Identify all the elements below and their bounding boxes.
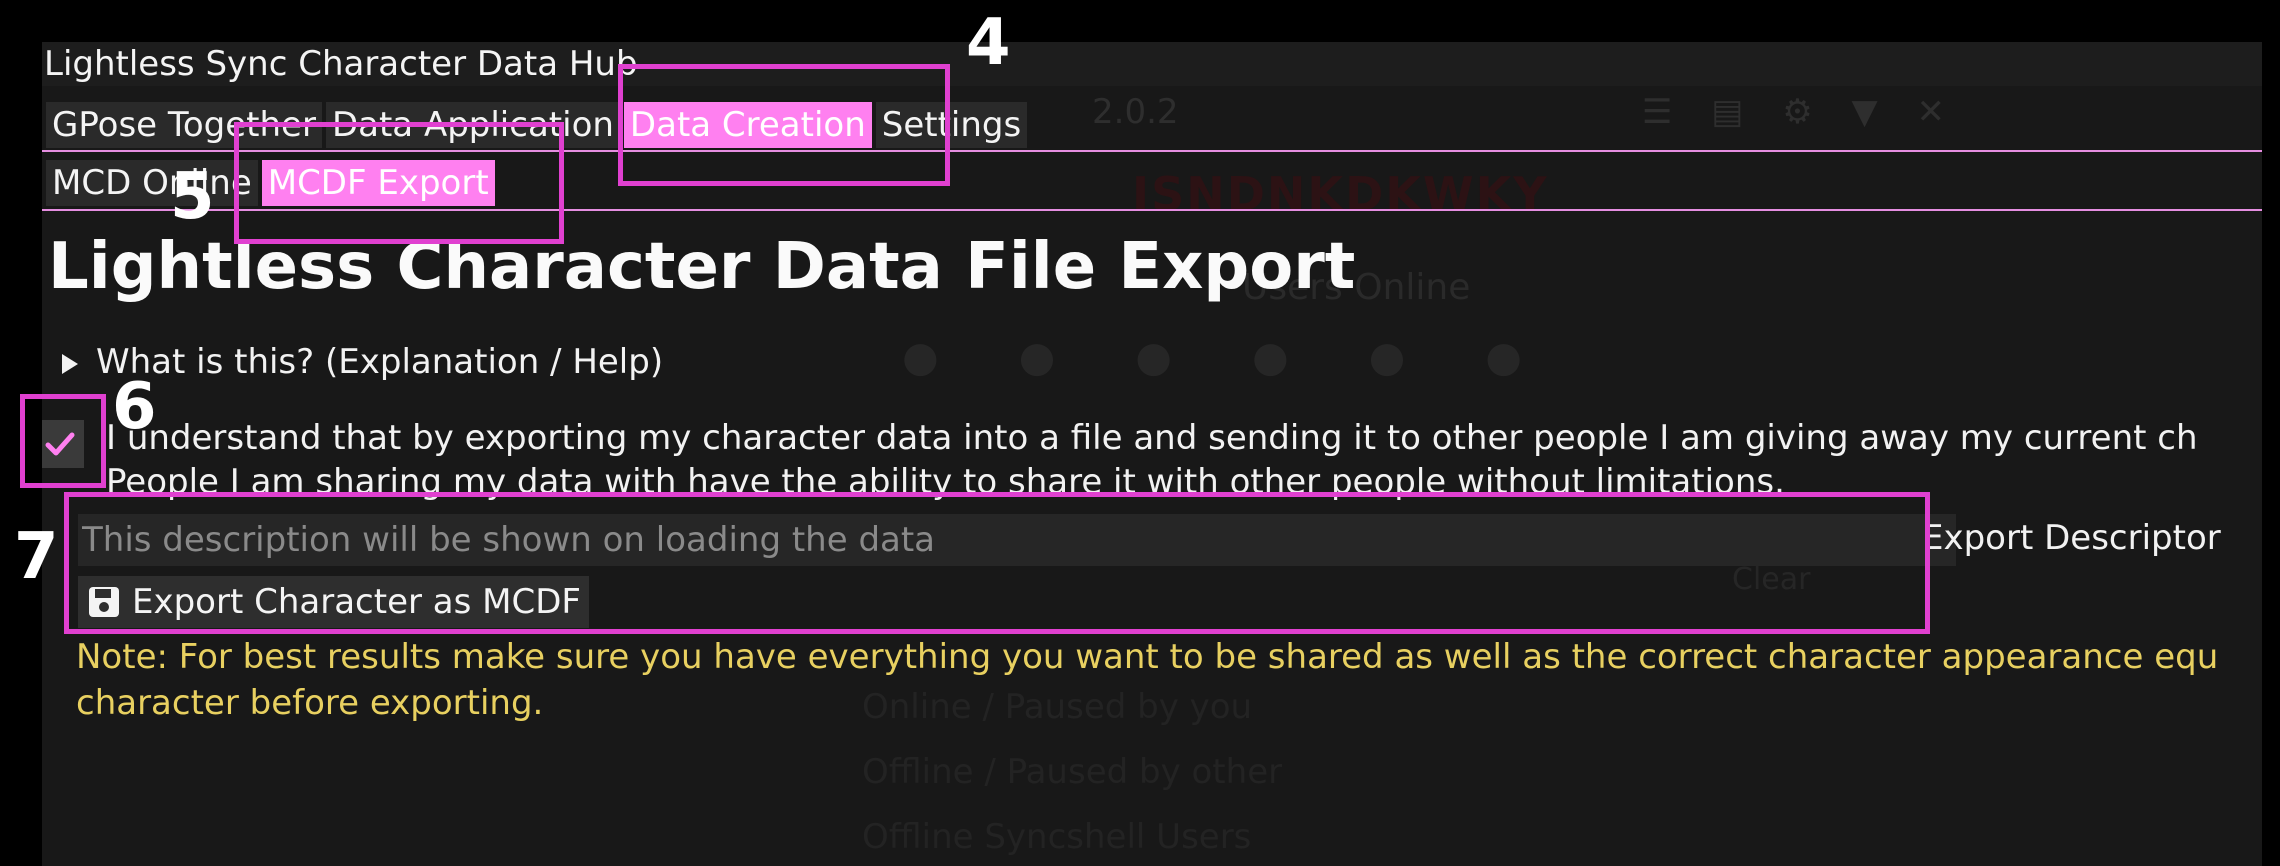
- annotation-box-5: [234, 122, 564, 244]
- ghost-row-2: Offline / Paused by other: [862, 752, 1283, 792]
- annotation-number-5: 5: [170, 160, 215, 234]
- triangle-right-icon: [62, 353, 78, 374]
- ghost-title: ISNDNKDKWKY: [1132, 167, 1549, 221]
- window-title: Lightless Sync Character Data Hub: [44, 44, 638, 84]
- annotation-number-6: 6: [112, 370, 157, 444]
- ghost-toolbar-icons: ☰ ▤ ⚙ ▼ ✕: [1642, 92, 1959, 132]
- title-bar[interactable]: Lightless Sync Character Data Hub: [42, 42, 2262, 86]
- annotation-number-4: 4: [966, 6, 1011, 80]
- annotation-number-7: 7: [14, 520, 59, 594]
- annotation-box-7: [64, 492, 1930, 634]
- ghost-version: 2.0.2: [1092, 92, 1179, 132]
- annotation-box-6: [20, 394, 106, 488]
- note-line-1: Note: For best results make sure you hav…: [76, 637, 2219, 677]
- export-descriptor-label: Export Descriptor: [1922, 518, 2221, 558]
- help-toggle-label: What is this? (Explanation / Help): [96, 342, 664, 382]
- agree-line-1: I understand that by exporting my charac…: [106, 418, 2198, 458]
- export-note: Note: For best results make sure you hav…: [76, 634, 2218, 726]
- annotation-box-4: [618, 64, 950, 186]
- agree-text: I understand that by exporting my charac…: [106, 416, 2198, 504]
- ghost-icon-row: ●●●●●●: [902, 332, 1602, 381]
- note-line-2: character before exporting.: [76, 683, 544, 723]
- ghost-row-3: Offline Syncshell Users: [862, 817, 1252, 857]
- tab-mcd-online[interactable]: MCD Online: [46, 160, 258, 206]
